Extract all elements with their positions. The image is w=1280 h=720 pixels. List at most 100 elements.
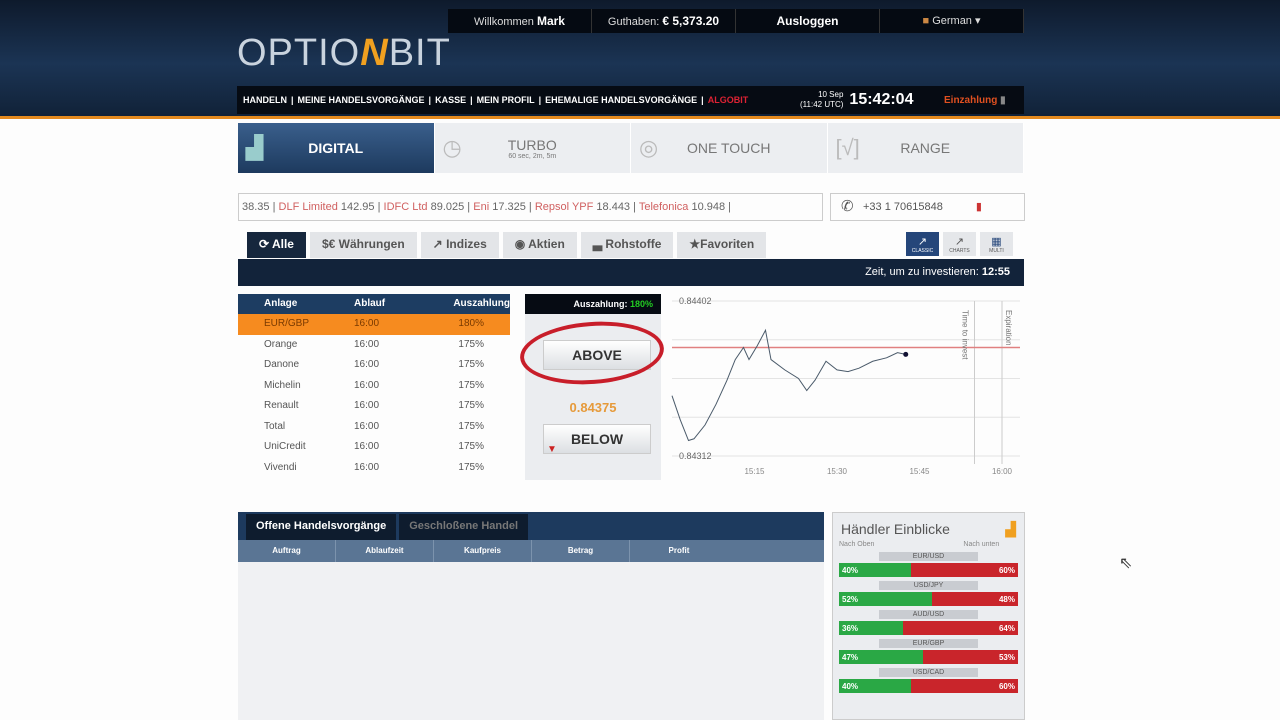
category-rohstoffe[interactable]: ▃ Rohstoffe (580, 232, 674, 258)
x-tick-label: 16:00 (992, 467, 1013, 476)
pair-name: USD/JPY (879, 581, 978, 590)
nav-handeln[interactable]: HANDELN (243, 95, 287, 105)
category-label: Aktien (528, 237, 565, 251)
category-aktien[interactable]: ◉ Aktien (502, 232, 577, 258)
nav-meine-handelsvorgaenge[interactable]: MEINE HANDELSVORGÄNGE (298, 95, 425, 105)
y-label-top: 0.84402 (679, 296, 712, 306)
tab-label: DIGITAL (308, 140, 364, 156)
refresh-icon: ⟳ (259, 237, 270, 251)
sentiment-bar: EUR/USD 40% 60% (839, 552, 1018, 581)
tab-turbo[interactable]: ◷ TURBO 60 sec, 2m, 5m (435, 123, 631, 173)
tab-open-trades[interactable]: Offene Handelsvorgänge (246, 514, 397, 540)
language-label: German (932, 15, 972, 27)
up-percent: 40% (839, 563, 911, 577)
table-row[interactable]: Orange 16:00 175% (238, 335, 510, 356)
nav-kasse[interactable]: KASSE (435, 95, 466, 105)
utc-time: (11:42 UTC) (800, 100, 844, 109)
flag-icon: ▮ (975, 201, 982, 213)
view-charts[interactable]: ↗ CHARTS (943, 232, 976, 256)
pair-name: EUR/GBP (879, 639, 978, 648)
cell: Danone (264, 359, 300, 370)
table-row[interactable]: EUR/GBP 16:00 180% (238, 314, 510, 335)
phone-number: +33 1 70615848 (863, 201, 943, 213)
ticker-value: 142.95 (340, 201, 375, 213)
cell: 16:00 (354, 318, 380, 329)
phone-icon: ✆ (841, 198, 854, 215)
option-type-tabs: ▟ DIGITAL ◷ TURBO 60 sec, 2m, 5m ◎ ONE TOUCH… (238, 123, 1024, 173)
table-row[interactable]: Renault 16:00 175% (238, 396, 510, 417)
time: 15:42:04 (849, 91, 914, 108)
tab-closed-trades[interactable]: Geschloßene Handel (399, 514, 529, 540)
balance-label: Guthaben: (607, 16, 660, 28)
payout-value: 180% (629, 299, 653, 309)
cell: 180% (458, 318, 484, 329)
view-label: CLASSIC (911, 248, 934, 254)
insights-title: Händler Einblicke (841, 521, 950, 537)
language-select[interactable]: ■ German ▾ (880, 9, 1024, 33)
table-row[interactable]: Michelin 16:00 175% (238, 376, 510, 397)
welcome-label: Willkommen (474, 16, 534, 28)
category-favoriten[interactable]: ★Favoriten (677, 232, 767, 258)
ticker-value: 89.025 (430, 201, 465, 213)
category-alle[interactable]: ⟳ Alle (247, 232, 306, 258)
category-waehrungen[interactable]: $€ Währungen (309, 232, 417, 258)
category-indizes[interactable]: ↗ Indizes (420, 232, 499, 258)
shares-icon: ◉ (514, 237, 526, 251)
up-percent: 36% (839, 621, 904, 635)
cell: 16:00 (354, 338, 380, 350)
logo[interactable]: OPTIONBIT (237, 32, 451, 75)
username: Mark (536, 14, 565, 28)
sentiment-bar: AUD/USD 36% 64% (839, 610, 1018, 639)
cell: EUR/GBP (264, 318, 310, 329)
pair-name: USD/CAD (879, 668, 978, 677)
deposit-link[interactable]: Einzahlung ▮ (944, 95, 1006, 106)
y-label-bottom: 0.84312 (679, 451, 712, 461)
sentiment-bar: USD/CAD 40% 60% (839, 668, 1018, 697)
header-profit: Profit (668, 546, 690, 555)
trade-panel: Auszahlung: 180% ABOVE 0.84375 BELOW ▼ (518, 294, 666, 480)
x-tick-label: 15:30 (827, 467, 848, 476)
logout-button[interactable]: Ausloggen (736, 9, 880, 33)
cell: 175% (458, 461, 484, 473)
cell: Total (264, 420, 286, 432)
current-price: 0.84375 (569, 400, 617, 415)
cell: 16:00 (354, 379, 380, 391)
tab-range[interactable]: [√] RANGE (828, 123, 1024, 173)
ticker-value: 17.325 (492, 201, 526, 213)
tab-digital[interactable]: ▟ DIGITAL (238, 123, 435, 173)
trades-header: Auftrag Ablaufzeit Kaufpreis Betrag Prof… (238, 540, 824, 562)
table-row[interactable]: UniCredit 16:00 175% (238, 437, 510, 458)
nav-mein-profil[interactable]: MEIN PROFIL (477, 95, 535, 105)
table-row[interactable]: Total 16:00 175% (238, 417, 510, 438)
grid-icon: ▦ (991, 236, 1002, 248)
category-label: Alle (271, 237, 294, 251)
tab-sublabel: 60 sec, 2m, 5m (508, 152, 557, 160)
expiration-label: Expiration (1004, 310, 1013, 346)
cell: 16:00 (354, 400, 380, 411)
price-chart[interactable]: 0.84402 0.84312 15:15 15:30 15:45 16:00 Time t… (665, 292, 1025, 487)
clock: 10 Sep (11:42 UTC) 15:42:04 (800, 86, 913, 114)
table-row[interactable]: Danone 16:00 175% (238, 355, 510, 376)
below-button[interactable]: BELOW (543, 424, 651, 454)
ticker-name: Repsol YPF (534, 201, 594, 213)
nav-algobit[interactable]: ALGOBIT (708, 95, 749, 105)
tab-one-touch[interactable]: ◎ ONE TOUCH (631, 123, 828, 173)
cell: 16:00 (354, 420, 380, 432)
view-label: MULTI (989, 248, 1004, 254)
down-percent: 64% (903, 621, 1018, 635)
up-percent: 40% (839, 679, 911, 693)
view-classic[interactable]: ↗ CLASSIC (906, 232, 939, 256)
classic-icon: ↗ (917, 236, 928, 248)
nav-ehemalige[interactable]: EHEMALIGE HANDELSVORGÄNGE (545, 95, 697, 105)
target-icon: ◎ (639, 135, 659, 160)
table-row[interactable]: Vivendi 16:00 175% (238, 458, 510, 479)
star-icon: ★ (689, 237, 701, 251)
mouse-cursor: ⇖ (1119, 555, 1133, 572)
ticker-value: 38.35 (242, 201, 270, 213)
clock-icon: ◷ (442, 135, 462, 160)
flag-icon: ■ (922, 15, 930, 27)
view-multi[interactable]: ▦ MULTI (980, 232, 1013, 256)
cell: 16:00 (354, 359, 380, 370)
date: 10 Sep (818, 90, 844, 99)
category-label: Rohstoffe (605, 237, 662, 251)
